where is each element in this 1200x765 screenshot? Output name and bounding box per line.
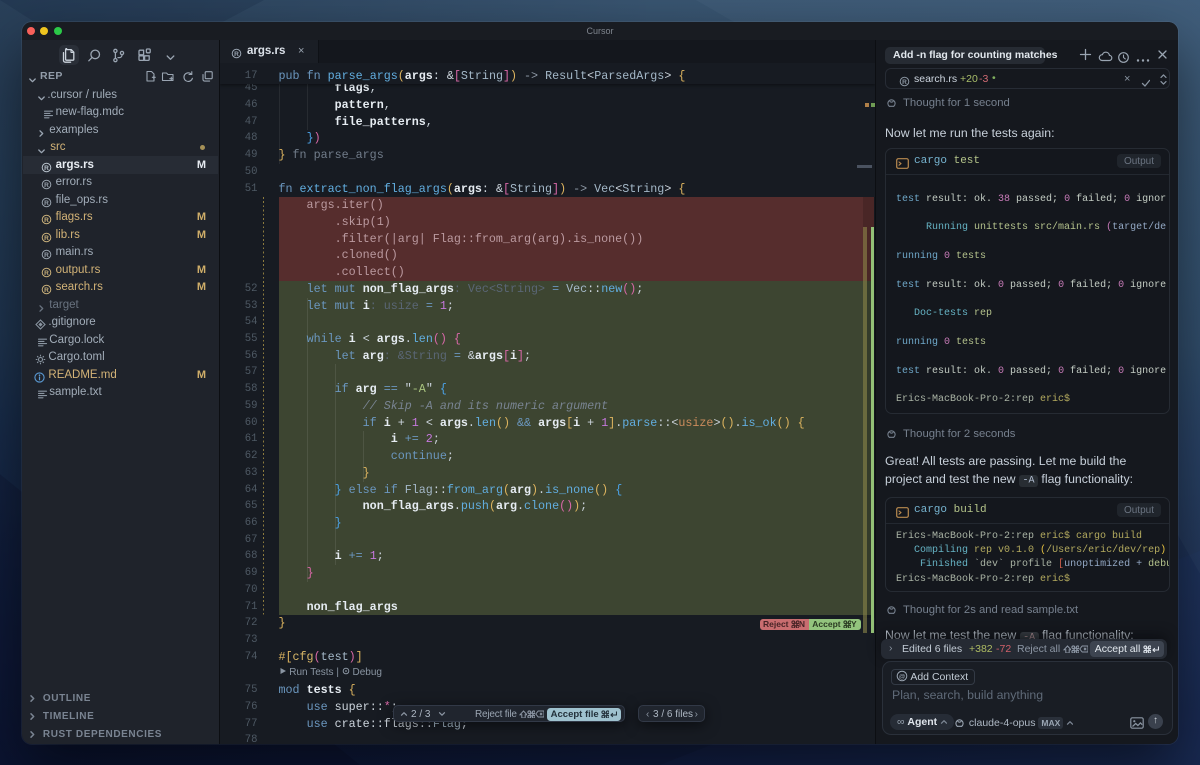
svg-text:@: @ [899,673,906,680]
svg-text:R: R [44,252,49,259]
svg-text:R: R [44,165,49,172]
svg-text:R: R [44,235,49,242]
svg-text:R: R [234,51,239,58]
svg-text:R: R [44,200,49,207]
svg-text:R: R [44,217,49,224]
svg-text:R: R [44,287,49,294]
svg-text:R: R [902,78,907,85]
svg-text:R: R [44,270,49,277]
svg-text:R: R [44,182,49,189]
